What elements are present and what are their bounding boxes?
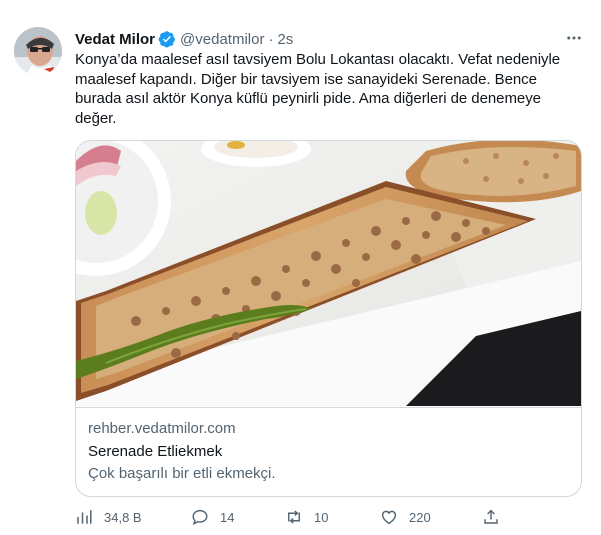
tweet-text-line: Konya’da maalesef asıl tavsiyem Bolu Lok… [75,51,561,68]
share-button[interactable] [482,508,500,526]
tweet-text-line: maalesef kapandı. Diğer bir tavsiyem ise… [75,70,537,88]
tweet-header: Vedat Milor @vedatmilor · 2s [75,29,293,49]
reply-button[interactable]: 14 [191,508,234,526]
retweet-button[interactable]: 10 [285,508,328,526]
card-domain[interactable]: rehber.vedatmilor.com [88,420,236,437]
avatar-image [14,27,62,75]
header-separator: · [268,30,274,48]
like-button[interactable]: 220 [380,508,431,526]
card-body[interactable]: rehber.vedatmilor.com Serenade Etliekmek… [76,407,581,482]
link-card[interactable]: rehber.vedatmilor.com Serenade Etliekmek… [75,140,582,497]
retweet-count: 10 [314,509,329,525]
tweet-text: Konya’da maalesef asıl tavsiyem Bolu Lok… [75,50,575,128]
avatar[interactable] [14,27,62,75]
share-icon [484,509,498,524]
like-icon [381,510,397,525]
card-title[interactable]: Serenade Etliekmek [88,443,222,460]
author-handle[interactable]: @vedatmilor [180,31,264,48]
tweet[interactable]: Vedat Milor @vedatmilor · 2s Konya’da ma… [0,0,601,535]
card-image[interactable] [76,141,581,406]
reply-count: 14 [220,509,235,525]
tweet-text-line: değer. [75,109,117,127]
card-description: Çok başarılı bir etli ekmekçi. [88,465,276,482]
views-count: 34,8 B [104,509,142,525]
tweet-timestamp[interactable]: 2s [277,31,293,48]
more-options-icon [567,36,581,40]
like-count: 220 [409,509,431,525]
tweet-text-line: burada asıl aktör Konya küflü peynirli p… [75,90,541,107]
reply-icon [192,509,208,526]
author-name[interactable]: Vedat Milor [75,31,155,48]
tweet-actions: 34,8 B 14 10 220 [75,508,585,530]
more-options-button[interactable] [562,26,586,50]
views-button[interactable]: 34,8 B [75,508,142,526]
verified-badge-icon [158,31,175,48]
retweet-icon [288,510,300,524]
views-chart-icon [77,510,92,524]
